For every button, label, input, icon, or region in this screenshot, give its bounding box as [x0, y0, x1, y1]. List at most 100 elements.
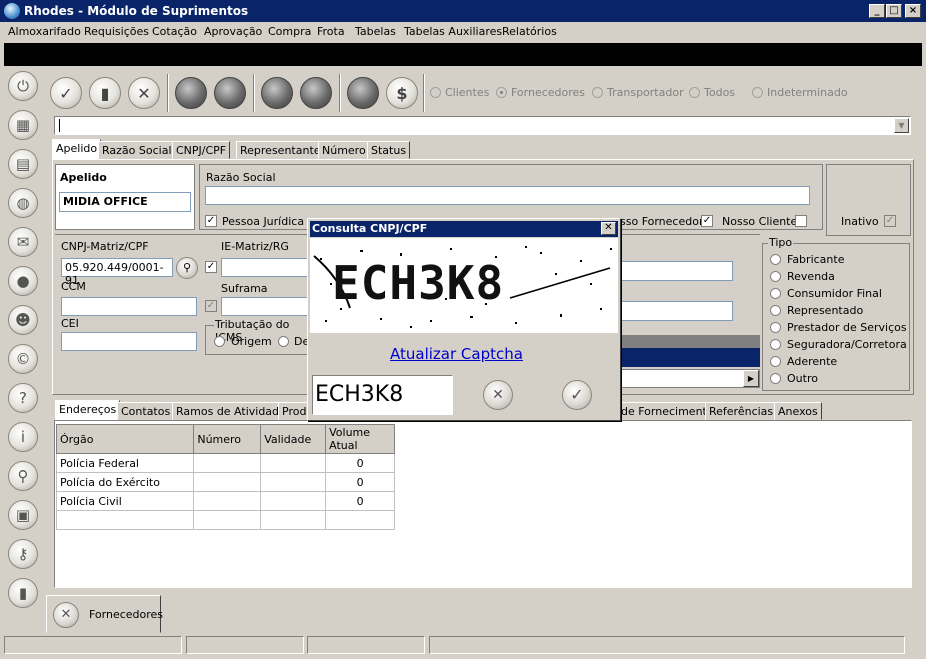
radio-revenda[interactable] [770, 271, 781, 282]
menu-requisicoes[interactable]: Requisições [84, 25, 149, 38]
inativo-checkbox[interactable]: ✓ [884, 215, 896, 227]
radio-indeterminado[interactable] [752, 87, 763, 98]
tab-fornecimento[interactable]: de Fornecimento [617, 402, 718, 420]
menu-relatorios[interactable]: Relatórios [502, 25, 557, 38]
suframa-input[interactable] [221, 297, 311, 316]
horizontal-scrollbar[interactable]: ▶ [620, 369, 760, 388]
tab-referencias[interactable]: Referências [705, 402, 778, 420]
captcha-cancel-button[interactable]: ✕ [483, 380, 513, 410]
dark-button-4[interactable] [300, 77, 332, 109]
scroll-right-icon[interactable]: ▶ [743, 370, 759, 387]
combobox-arrow-icon[interactable]: ▼ [894, 118, 909, 133]
radio-prestador[interactable] [770, 322, 781, 333]
right-field-2[interactable] [620, 301, 733, 321]
tab-cnpj-cpf[interactable]: CNPJ/CPF [172, 141, 231, 159]
razao-social-input[interactable] [205, 186, 810, 205]
table-row-empty[interactable] [55, 510, 395, 530]
camera-icon[interactable]: ▣ [8, 500, 38, 530]
text-cursor [59, 119, 60, 132]
task-tab-fornecedores[interactable]: ✕ Fornecedores [46, 595, 163, 633]
radio-representado[interactable] [770, 305, 781, 316]
cnpj-input[interactable]: 05.920.449/0001-91 [61, 258, 173, 287]
table-row[interactable]: Polícia do Exército 0 [55, 472, 395, 492]
radio-fabricante[interactable] [770, 254, 781, 265]
selected-grid-row[interactable] [620, 348, 760, 367]
tab-status[interactable]: Status [367, 141, 411, 159]
menu-compra[interactable]: Compra [268, 25, 311, 38]
menu-cotacao[interactable]: Cotação [152, 25, 197, 38]
mail-icon[interactable]: ✉ [8, 227, 38, 257]
ccm-input[interactable] [61, 297, 197, 316]
radio-consumidor-final[interactable] [770, 288, 781, 299]
tab-anexos[interactable]: Anexos [774, 402, 822, 420]
tab-ramos-atividade[interactable]: Ramos de Atividade [172, 402, 290, 420]
confirm-button[interactable]: ✓ [50, 77, 82, 109]
tab-contatos[interactable]: Contatos [117, 402, 175, 420]
ie-input[interactable] [221, 258, 311, 277]
captcha-confirm-button[interactable]: ✓ [562, 380, 592, 410]
dialog-close-button[interactable]: ✕ [601, 222, 616, 235]
column-validade[interactable]: Validade [260, 424, 327, 454]
key-icon[interactable]: ⚷ [8, 539, 38, 569]
radio-todos[interactable] [689, 87, 700, 98]
column-orgao[interactable]: Órgão [55, 424, 195, 454]
battery-icon[interactable]: ▮ [8, 578, 38, 608]
copyright-icon[interactable]: © [8, 344, 38, 374]
cei-input[interactable] [61, 332, 197, 351]
column-volume-atual[interactable]: Volume Atual [325, 424, 395, 454]
tab-apelido[interactable]: Apelido [52, 139, 102, 159]
table-icon[interactable]: ▤ [8, 149, 38, 179]
calculator-icon[interactable]: ▦ [8, 110, 38, 140]
tab-razao-social[interactable]: Razão Social [98, 141, 176, 159]
radio-seguradora[interactable] [770, 339, 781, 350]
pessoa-juridica-checkbox[interactable]: ✓ [205, 215, 217, 227]
table-row[interactable]: Polícia Civil 0 [55, 491, 395, 511]
radio-aderente[interactable] [770, 356, 781, 367]
maximize-button[interactable]: □ [886, 4, 902, 18]
minimize-button[interactable]: _ [869, 4, 885, 18]
menu-tabelas[interactable]: Tabelas [355, 25, 396, 38]
user-icon[interactable]: ☻ [8, 305, 38, 335]
close-window-button[interactable]: × [905, 4, 921, 18]
chat-icon[interactable]: ● [8, 266, 38, 296]
radio-destino[interactable] [278, 336, 289, 347]
ie-checkbox[interactable]: ✓ [205, 261, 217, 273]
tab-enderecos[interactable]: Endereços [55, 400, 121, 420]
apelido-input[interactable]: MIDIA OFFICE [59, 192, 191, 212]
radio-clientes[interactable] [430, 87, 441, 98]
nosso-cliente-checkbox[interactable] [795, 215, 807, 227]
info-icon[interactable]: i [8, 422, 38, 452]
radio-fornecedores[interactable] [496, 87, 507, 98]
close-tab-icon[interactable]: ✕ [53, 602, 79, 628]
search-icon[interactable]: ⚲ [8, 461, 38, 491]
menu-aprovacao[interactable]: Aprovação [204, 25, 262, 38]
dollar-button[interactable]: $ [386, 77, 418, 109]
search-combobox[interactable]: ▼ [54, 116, 911, 135]
suframa-checkbox[interactable]: ✓ [205, 300, 217, 312]
tab-numero[interactable]: Número [318, 141, 370, 159]
dark-button-2[interactable] [214, 77, 246, 109]
tab-produtos[interactable]: Prod [278, 402, 311, 420]
radio-outro[interactable] [770, 373, 781, 384]
dark-button-1[interactable] [175, 77, 207, 109]
dark-button-3[interactable] [261, 77, 293, 109]
help-icon[interactable]: ? [8, 383, 38, 413]
radio-origem[interactable] [214, 336, 225, 347]
menu-tabelas-auxiliares[interactable]: Tabelas Auxiliares [404, 25, 502, 38]
table-row[interactable]: Polícia Federal 0 [55, 453, 395, 473]
right-field-1[interactable] [620, 261, 733, 281]
radio-transportador[interactable] [592, 87, 603, 98]
tab-representante[interactable]: Representante [236, 141, 325, 159]
nosso-fornecedor-checkbox[interactable]: ✓ [701, 215, 713, 227]
cancel-toolbar-button[interactable]: ✕ [128, 77, 160, 109]
menu-frota[interactable]: Frota [317, 25, 345, 38]
power-icon[interactable]: ⏻ [8, 71, 38, 101]
captcha-input[interactable]: ECH3K8 [312, 375, 453, 415]
cnpj-search-icon[interactable]: ⚲ [176, 257, 198, 279]
column-numero[interactable]: Número [193, 424, 262, 454]
dark-button-5[interactable] [347, 77, 379, 109]
menu-almoxarifado[interactable]: Almoxarifado [8, 25, 81, 38]
refresh-captcha-link[interactable]: Atualizar Captcha [390, 345, 523, 363]
new-document-button[interactable]: ▮ [89, 77, 121, 109]
globe-icon[interactable]: ◍ [8, 188, 38, 218]
